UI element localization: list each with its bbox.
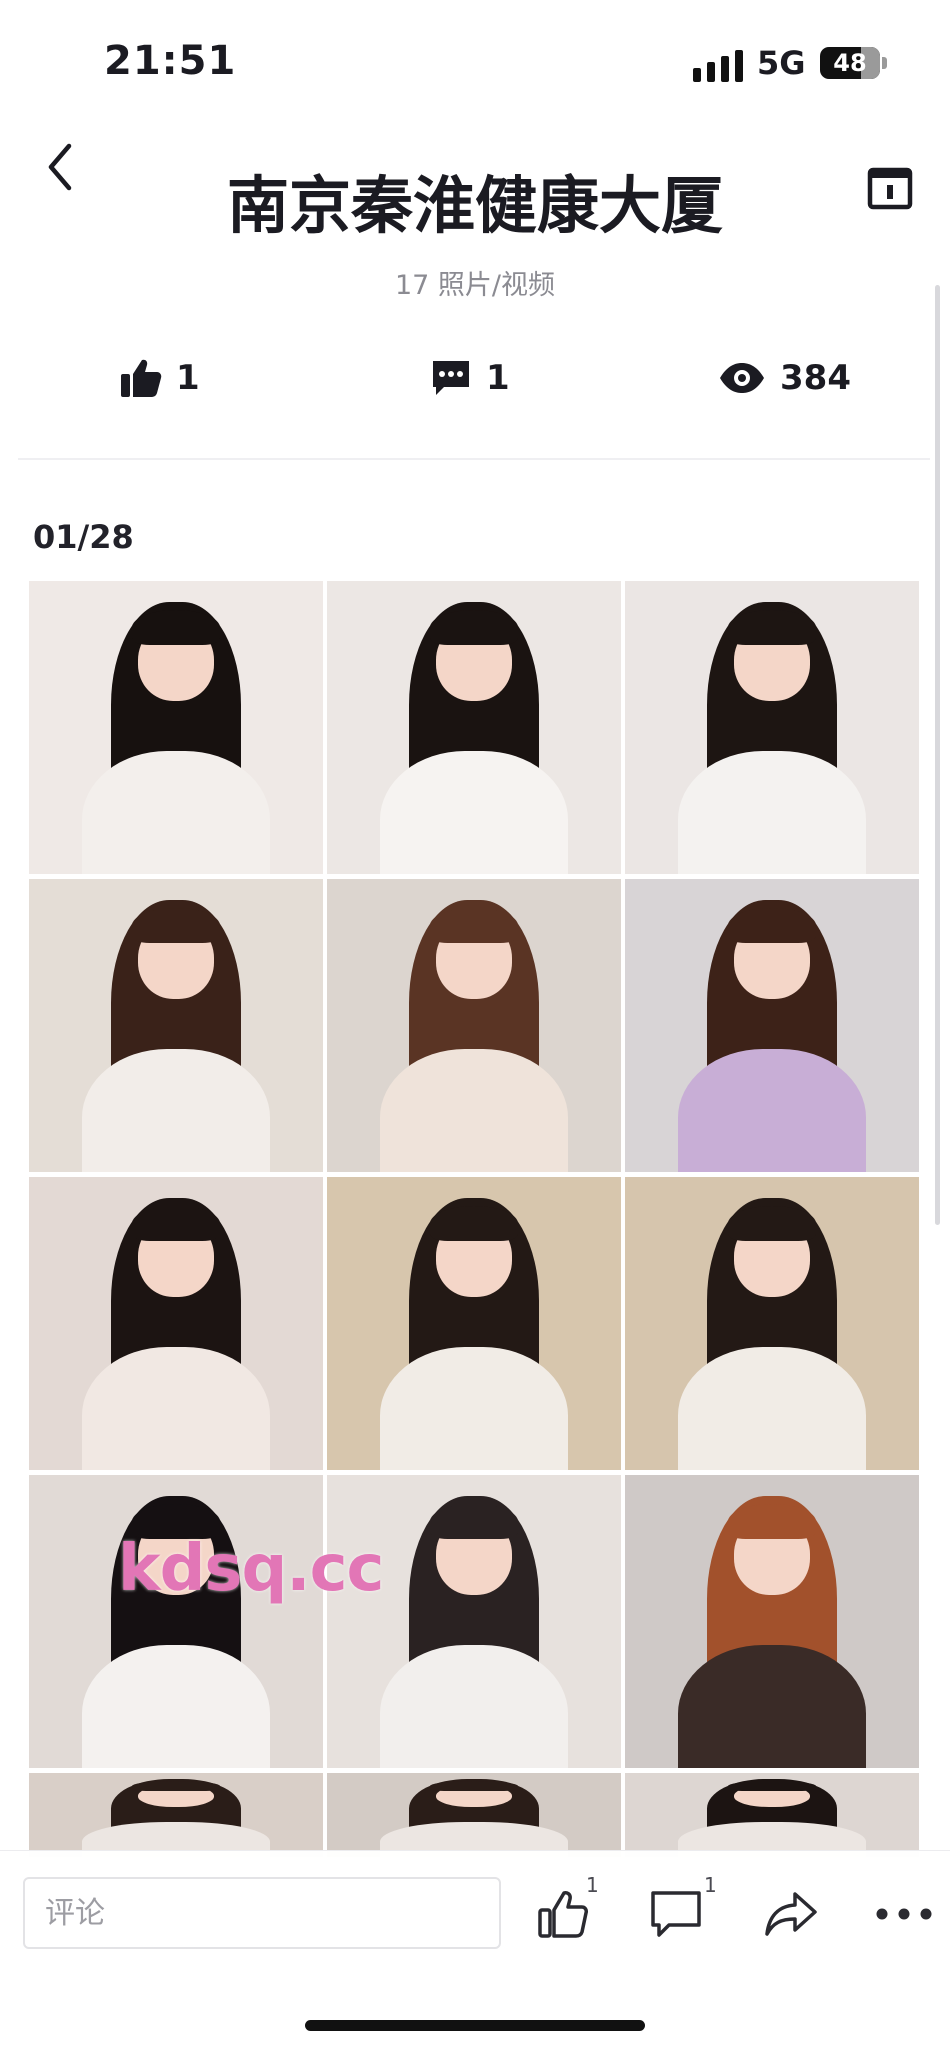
likes-stat[interactable]: 1 bbox=[120, 352, 200, 404]
thumbs-up-icon bbox=[121, 359, 162, 397]
photo-fringe bbox=[727, 610, 817, 646]
photo-thumbnail[interactable] bbox=[327, 879, 621, 1172]
photo-fringe bbox=[429, 1504, 519, 1540]
photo-outfit bbox=[81, 1048, 271, 1172]
photo-outfit bbox=[379, 1644, 569, 1768]
photo-thumbnail[interactable] bbox=[625, 1773, 919, 1857]
more-button[interactable] bbox=[869, 1879, 939, 1949]
photo-outfit bbox=[379, 750, 569, 874]
chevron-left-icon bbox=[48, 143, 72, 191]
photo-outfit bbox=[677, 750, 867, 874]
thumbs-up-outline-icon bbox=[538, 1891, 588, 1938]
photo-outfit bbox=[81, 1644, 271, 1768]
photo-thumbnail[interactable] bbox=[29, 581, 323, 874]
photo-outfit bbox=[81, 1346, 271, 1470]
photo-fringe bbox=[727, 1781, 817, 1792]
photo-thumbnail[interactable] bbox=[625, 581, 919, 874]
comment-button[interactable] bbox=[641, 1879, 711, 1949]
back-button[interactable] bbox=[30, 132, 90, 202]
photo-fringe bbox=[429, 1206, 519, 1242]
calendar-icon bbox=[867, 167, 913, 210]
photo-thumbnail[interactable] bbox=[625, 1177, 919, 1470]
photo-fringe bbox=[727, 1206, 817, 1242]
share-button[interactable] bbox=[756, 1879, 826, 1949]
like-badge: 1 bbox=[586, 1873, 599, 1897]
likes-count: 1 bbox=[176, 358, 200, 398]
comments-stat[interactable]: 1 bbox=[430, 352, 510, 404]
photo-thumbnail[interactable] bbox=[625, 879, 919, 1172]
photo-thumbnail[interactable] bbox=[625, 1475, 919, 1768]
photo-fringe bbox=[131, 1206, 221, 1242]
status-bar: 21:51 5G 48 bbox=[0, 0, 950, 120]
more-dots-icon bbox=[876, 1908, 932, 1920]
views-stat: 384 bbox=[718, 352, 851, 404]
photo-outfit bbox=[677, 1048, 867, 1172]
photo-thumbnail[interactable] bbox=[327, 581, 621, 874]
home-indicator[interactable] bbox=[305, 2020, 645, 2031]
comment-outline-icon bbox=[651, 1891, 701, 1937]
photo-outfit bbox=[81, 750, 271, 874]
photo-fringe bbox=[131, 908, 221, 944]
photo-counter: 01/28 bbox=[33, 518, 134, 556]
comments-count: 1 bbox=[486, 358, 510, 398]
photo-outfit bbox=[379, 1048, 569, 1172]
share-arrow-icon bbox=[765, 1892, 817, 1936]
photo-thumbnail[interactable] bbox=[29, 1475, 323, 1768]
battery-icon: 48 bbox=[820, 47, 880, 79]
cellular-signal-icon bbox=[693, 50, 743, 82]
network-type: 5G bbox=[757, 44, 806, 82]
photo-outfit bbox=[677, 1346, 867, 1470]
eye-icon bbox=[720, 363, 764, 393]
views-count: 384 bbox=[780, 358, 851, 398]
photo-thumbnail[interactable] bbox=[29, 1773, 323, 1857]
page-title: 南京秦淮健康大厦 bbox=[226, 169, 723, 242]
scrollbar[interactable] bbox=[935, 285, 940, 1225]
watermark-text: kdsq.cc bbox=[118, 1532, 384, 1606]
photo-fringe bbox=[131, 610, 221, 646]
media-count: 17 照片/视频 bbox=[394, 270, 556, 301]
divider bbox=[18, 458, 930, 460]
comment-input[interactable] bbox=[23, 1877, 501, 1949]
photo-thumbnail[interactable] bbox=[29, 879, 323, 1172]
photo-grid bbox=[29, 581, 922, 2056]
photo-thumbnail[interactable] bbox=[327, 1475, 621, 1768]
comment-icon bbox=[433, 361, 469, 395]
photo-fringe bbox=[429, 908, 519, 944]
calendar-button[interactable] bbox=[862, 160, 918, 216]
battery-level: 48 bbox=[833, 49, 867, 77]
status-time: 21:51 bbox=[104, 38, 237, 84]
comment-badge: 1 bbox=[704, 1873, 717, 1897]
photo-thumbnail[interactable] bbox=[327, 1177, 621, 1470]
photo-outfit bbox=[677, 1644, 867, 1768]
photo-fringe bbox=[131, 1781, 221, 1792]
photo-thumbnail[interactable] bbox=[327, 1773, 621, 1857]
photo-fringe bbox=[429, 1781, 519, 1792]
battery-tip bbox=[882, 57, 887, 69]
photo-fringe bbox=[429, 610, 519, 646]
photo-outfit bbox=[379, 1346, 569, 1470]
bottom-action-bar: 1 1 bbox=[0, 1850, 950, 2056]
photo-thumbnail[interactable] bbox=[29, 1177, 323, 1470]
photo-fringe bbox=[727, 908, 817, 944]
photo-fringe bbox=[727, 1504, 817, 1540]
